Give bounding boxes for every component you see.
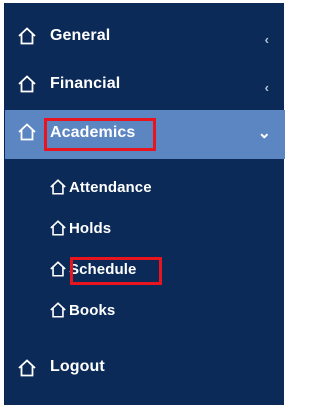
menu-item-label: Logout — [50, 358, 105, 375]
submenu-item-schedule[interactable]: Schedule — [49, 256, 209, 286]
menu-item-logout[interactable]: Logout — [5, 344, 285, 392]
chevron-left-icon: ‹ — [264, 32, 269, 47]
menu-item-academics[interactable]: Academics ⌄ — [5, 110, 285, 159]
home-icon — [17, 358, 37, 378]
home-icon — [49, 219, 67, 237]
submenu-item-holds[interactable]: Holds — [49, 215, 209, 245]
menu-item-financial[interactable]: Financial ‹ — [5, 63, 285, 111]
submenu-item-label: Books — [69, 302, 116, 319]
home-icon — [49, 178, 67, 196]
home-icon — [49, 301, 67, 319]
chevron-left-icon: ‹ — [264, 80, 269, 95]
sidebar-nav: General ‹ Financial ‹ Academics ⌄ Attend… — [4, 3, 285, 405]
home-icon — [17, 74, 37, 94]
home-icon — [17, 26, 37, 46]
submenu-item-label: Attendance — [69, 179, 152, 196]
chevron-down-icon: ⌄ — [257, 125, 271, 142]
submenu-item-books[interactable]: Books — [49, 297, 209, 327]
menu-item-label: Financial — [50, 75, 121, 92]
home-icon — [17, 122, 37, 142]
home-icon — [49, 260, 67, 278]
highlight-box — [70, 257, 162, 285]
menu-item-general[interactable]: General ‹ — [5, 15, 285, 63]
submenu-item-attendance[interactable]: Attendance — [49, 174, 209, 204]
highlight-box — [44, 118, 156, 151]
submenu-item-label: Holds — [69, 220, 112, 237]
menu-item-label: General — [50, 27, 111, 44]
